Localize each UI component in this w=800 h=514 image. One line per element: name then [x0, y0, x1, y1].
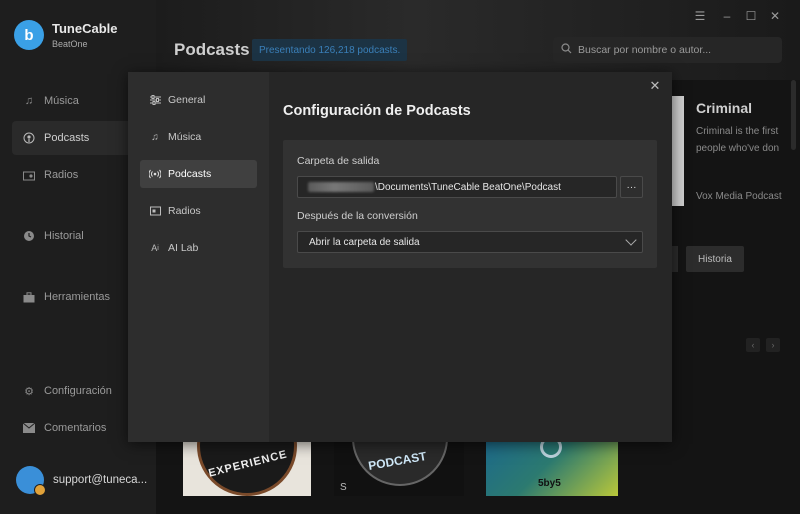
next-page-icon[interactable]: › — [766, 338, 780, 352]
sidebar-item-label: Historial — [44, 230, 84, 242]
featured-publisher: Vox Media Podcast — [696, 191, 782, 202]
gear-icon: ⚙ — [24, 385, 34, 398]
output-folder-value: \Documents\TuneCable BeatOne\Podcast — [375, 181, 561, 193]
search-icon — [561, 43, 572, 57]
podcast-icon — [149, 169, 161, 179]
sidebar-item-label: Música — [44, 95, 79, 107]
prev-page-icon[interactable]: ‹ — [746, 338, 760, 352]
clock-icon — [22, 229, 36, 243]
card-artwork-letter: S — [340, 482, 347, 493]
sidebar-item-label: Podcasts — [44, 132, 90, 144]
browse-folder-button[interactable]: ··· — [620, 176, 643, 198]
toolbox-icon — [22, 290, 36, 304]
settings-tab-ai-lab[interactable]: Ai AI Lab — [140, 234, 257, 262]
settings-tab-general[interactable]: General — [140, 86, 257, 114]
sliders-icon — [149, 95, 161, 105]
app-window: Podcasts Presentando 126,218 podcasts. B… — [0, 0, 800, 514]
music-icon: ♫ — [151, 131, 159, 143]
after-conversion-label: Después de la conversión — [297, 210, 418, 222]
settings-dialog: General ♫ Música Podcasts Radios Ai AI L… — [128, 72, 672, 442]
history-category-button[interactable]: Historia — [686, 246, 744, 272]
user-email: support@tuneca... — [53, 474, 148, 486]
app-name: TuneCable — [52, 21, 118, 36]
sidebar-item-label: Comentarios — [44, 422, 107, 434]
card-artwork-text: 5by5 — [538, 478, 561, 489]
sidebar-item-label: Configuración — [44, 385, 112, 397]
close-icon[interactable]: ✕ — [647, 78, 663, 94]
magnifier-icon — [540, 442, 562, 458]
redacted-path — [308, 182, 374, 192]
settings-tab-label: Podcasts — [168, 168, 212, 180]
mail-icon — [22, 421, 36, 435]
maximize-icon[interactable]: ☐ — [743, 9, 759, 23]
sidebar-item-label: Radios — [44, 169, 79, 181]
podcast-card[interactable]: PODCAST S — [334, 442, 464, 496]
output-folder-field[interactable]: \Documents\TuneCable BeatOne\Podcast — [297, 176, 617, 198]
brand: b TuneCable BeatOne — [14, 20, 118, 50]
page-title: Podcasts — [174, 40, 250, 59]
radio-icon — [149, 206, 161, 216]
podcast-card[interactable]: 5by5 — [486, 442, 618, 496]
close-window-icon[interactable]: ✕ — [767, 9, 783, 23]
avatar — [16, 466, 46, 496]
app-logo: b — [14, 20, 44, 50]
podcast-icon — [22, 131, 36, 145]
music-icon: ♫ — [24, 95, 34, 107]
settings-tab-musica[interactable]: ♫ Música — [140, 123, 257, 151]
app-subname: BeatOne — [52, 39, 88, 49]
settings-tab-label: General — [168, 94, 206, 106]
minimize-icon[interactable]: – — [719, 9, 735, 23]
user-account[interactable]: support@tuneca... — [16, 466, 148, 496]
podcast-settings-panel: Carpeta de salida \Documents\TuneCable B… — [283, 140, 657, 268]
chevron-down-icon — [625, 234, 637, 246]
settings-tab-label: AI Lab — [168, 242, 199, 254]
settings-tab-radios[interactable]: Radios — [140, 197, 257, 225]
featured-description-line2: people who've don — [696, 143, 780, 154]
ai-icon: Ai — [151, 243, 159, 253]
sidebar-item-label: Herramientas — [44, 291, 111, 303]
dialog-title: Configuración de Podcasts — [283, 103, 471, 119]
settings-tab-podcasts[interactable]: Podcasts — [140, 160, 257, 188]
after-conversion-select[interactable]: Abrir la carpeta de salida — [297, 231, 643, 253]
featured-description-line1: Criminal is the first — [696, 126, 779, 137]
podcast-card[interactable]: EXPERIENCE — [183, 442, 311, 496]
search-input[interactable]: Buscar por nombre o autor... — [553, 37, 782, 63]
settings-tab-label: Radios — [168, 205, 201, 217]
settings-nav: General ♫ Música Podcasts Radios Ai AI L… — [128, 72, 269, 442]
radio-icon — [22, 168, 36, 182]
scrollbar[interactable] — [791, 80, 796, 150]
podcast-count-chip: Presentando 126,218 podcasts. — [252, 39, 408, 61]
settings-tab-label: Música — [168, 131, 202, 143]
after-conversion-value: Abrir la carpeta de salida — [309, 236, 420, 248]
search-placeholder: Buscar por nombre o autor... — [578, 44, 712, 56]
menu-icon[interactable]: ☰ — [692, 9, 708, 23]
output-folder-label: Carpeta de salida — [297, 155, 380, 167]
featured-title[interactable]: Criminal — [696, 100, 752, 116]
